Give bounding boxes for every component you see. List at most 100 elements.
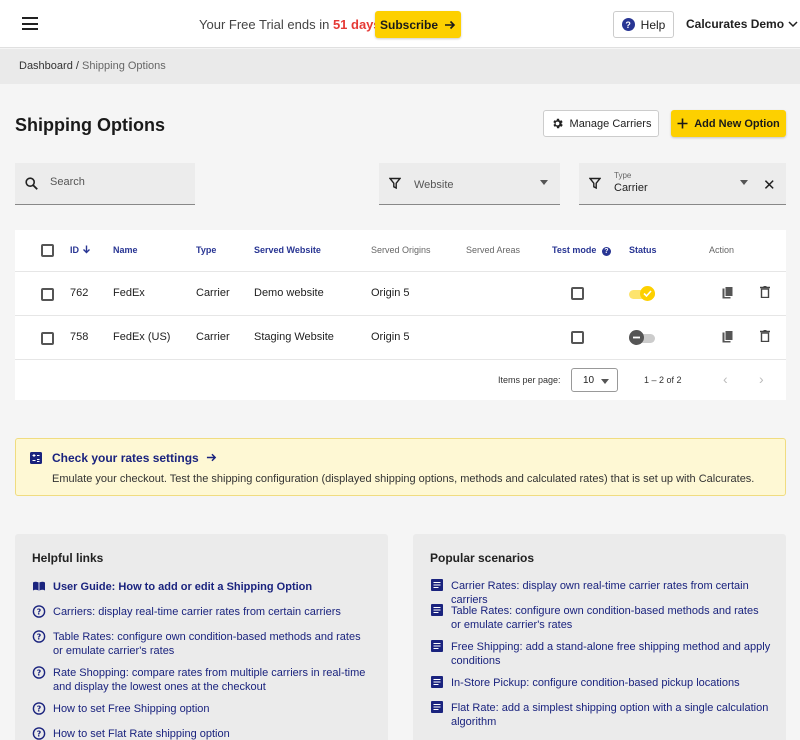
scenario-link[interactable]: Free Shipping: add a stand-alone free sh…: [430, 640, 771, 668]
row-id: 758: [70, 331, 89, 343]
row-name[interactable]: FedEx (US): [113, 331, 170, 343]
arrow-right-icon: [445, 20, 456, 29]
arrow-right-icon: [206, 453, 217, 462]
menu-icon[interactable]: [22, 17, 38, 30]
svg-text:?: ?: [37, 608, 42, 617]
plus-icon: [677, 118, 688, 129]
document-icon: [431, 676, 443, 688]
clear-filter-icon[interactable]: ✕: [763, 176, 776, 194]
delete-icon[interactable]: [760, 330, 770, 342]
helpful-link[interactable]: ? Table Rates: configure own condition-b…: [32, 630, 373, 658]
scenario-link[interactable]: In-Store Pickup: configure condition-bas…: [430, 676, 771, 690]
status-toggle[interactable]: [629, 286, 655, 301]
breadcrumb: Dashboard / Shipping Options: [0, 49, 800, 84]
row-id: 762: [70, 287, 89, 299]
column-status[interactable]: Status: [629, 245, 657, 255]
pagination: Items per page: 10 1 – 2 of 2 ‹ ›: [15, 360, 786, 400]
document-icon: [431, 701, 443, 713]
svg-text:?: ?: [37, 633, 42, 642]
type-filter[interactable]: Type Carrier ✕: [579, 163, 786, 205]
table-header: ID Name Type Served Website Served Origi…: [15, 230, 786, 272]
items-per-page-label: Items per page:: [498, 375, 561, 385]
rates-settings-description: Emulate your checkout. Test the shipping…: [52, 473, 755, 485]
gear-icon: [552, 118, 563, 129]
copy-icon[interactable]: [722, 286, 734, 299]
minus-icon: [633, 336, 640, 339]
test-mode-checkbox[interactable]: [571, 331, 584, 344]
add-new-option-button[interactable]: Add New Option: [671, 110, 786, 137]
document-icon: [431, 579, 443, 591]
delete-icon[interactable]: [760, 286, 770, 298]
top-bar: Your Free Trial ends in 51 days Subscrib…: [0, 0, 800, 48]
row-name[interactable]: FedEx: [113, 287, 145, 299]
type-filter-value: Carrier: [614, 182, 648, 194]
helpful-link[interactable]: ? Carriers: display real-time carrier ra…: [32, 605, 373, 619]
document-icon: [431, 604, 443, 616]
website-placeholder: Website: [414, 179, 454, 191]
help-circle-icon: ?: [32, 605, 46, 618]
account-menu[interactable]: Calcurates Demo: [686, 17, 798, 31]
page-size-select[interactable]: 10: [571, 368, 618, 392]
row-type: Carrier: [196, 287, 230, 299]
help-circle-icon: ?: [32, 630, 46, 643]
row-origins: Origin 5: [371, 287, 410, 299]
row-checkbox[interactable]: [41, 288, 54, 301]
helpful-link[interactable]: User Guide: How to add or edit a Shippin…: [32, 580, 373, 594]
prev-page-icon[interactable]: ‹: [723, 371, 728, 387]
column-name[interactable]: Name: [113, 245, 138, 255]
status-toggle[interactable]: [629, 330, 655, 345]
copy-icon[interactable]: [722, 330, 734, 343]
type-filter-label: Type: [614, 171, 632, 180]
column-type[interactable]: Type: [196, 245, 216, 255]
scenario-link[interactable]: Carrier Rates: display own real-time car…: [430, 579, 771, 607]
helpful-link[interactable]: ? Rate Shopping: compare rates from mult…: [32, 666, 373, 694]
helpful-links-title: Helpful links: [32, 551, 104, 565]
trial-days: 51 days: [332, 17, 381, 32]
row-checkbox[interactable]: [41, 332, 54, 345]
column-served-website[interactable]: Served Website: [254, 245, 321, 255]
page-range: 1 – 2 of 2: [644, 375, 682, 385]
subscribe-label: Subscribe: [379, 17, 439, 32]
scenario-link[interactable]: Table Rates: configure own condition-bas…: [430, 604, 771, 632]
select-all-checkbox[interactable]: [41, 244, 54, 257]
helpful-link[interactable]: ? How to set Free Shipping option: [32, 702, 373, 716]
rates-settings-link[interactable]: Check your rates settings: [52, 451, 217, 465]
test-mode-checkbox[interactable]: [571, 287, 584, 300]
scenario-link[interactable]: Flat Rate: add a simplest shipping optio…: [430, 701, 771, 729]
help-circle-icon: ?: [32, 702, 46, 715]
rates-settings-banner: Check your rates settings Emulate your c…: [15, 438, 786, 496]
manage-carriers-label: Manage Carriers: [569, 117, 652, 130]
column-action: Action: [709, 245, 735, 255]
trial-notice: Your Free Trial ends in 51 days: [199, 17, 381, 32]
subscribe-button[interactable]: Subscribe: [375, 11, 461, 38]
table-row[interactable]: 758 FedEx (US) Carrier Staging Website O…: [15, 316, 786, 360]
manage-carriers-button[interactable]: Manage Carriers: [543, 110, 659, 137]
help-circle-icon: ?: [32, 666, 46, 679]
help-button[interactable]: ? Help: [613, 11, 674, 38]
row-origins: Origin 5: [371, 331, 410, 343]
dropdown-arrow-icon: [601, 379, 609, 384]
next-page-icon[interactable]: ›: [759, 371, 764, 387]
row-website: Demo website: [254, 287, 324, 299]
search-icon: [25, 177, 38, 190]
svg-text:?: ?: [37, 705, 42, 714]
dropdown-arrow-icon: [740, 180, 748, 185]
column-served-areas: Served Areas: [466, 245, 521, 255]
row-website: Staging Website: [254, 331, 334, 343]
helpful-link[interactable]: ? How to set Flat Rate shipping option: [32, 727, 373, 740]
column-id[interactable]: ID: [70, 245, 91, 255]
column-test-mode[interactable]: Test mode ?: [552, 245, 611, 256]
chevron-down-icon: [788, 21, 798, 28]
breadcrumb-current: Shipping Options: [82, 60, 166, 72]
book-icon: [33, 581, 45, 591]
check-icon: [643, 290, 652, 298]
dropdown-arrow-icon: [540, 180, 548, 185]
shipping-options-table: ID Name Type Served Website Served Origi…: [15, 230, 786, 400]
table-row[interactable]: 762 FedEx Carrier Demo website Origin 5: [15, 272, 786, 316]
calculator-icon: [30, 452, 42, 464]
arrow-down-icon: [82, 245, 90, 254]
search-field[interactable]: Search: [15, 163, 195, 205]
breadcrumb-dashboard[interactable]: Dashboard: [19, 60, 73, 72]
trial-text: Your Free Trial ends in: [199, 17, 330, 32]
website-filter[interactable]: Website: [379, 163, 560, 205]
